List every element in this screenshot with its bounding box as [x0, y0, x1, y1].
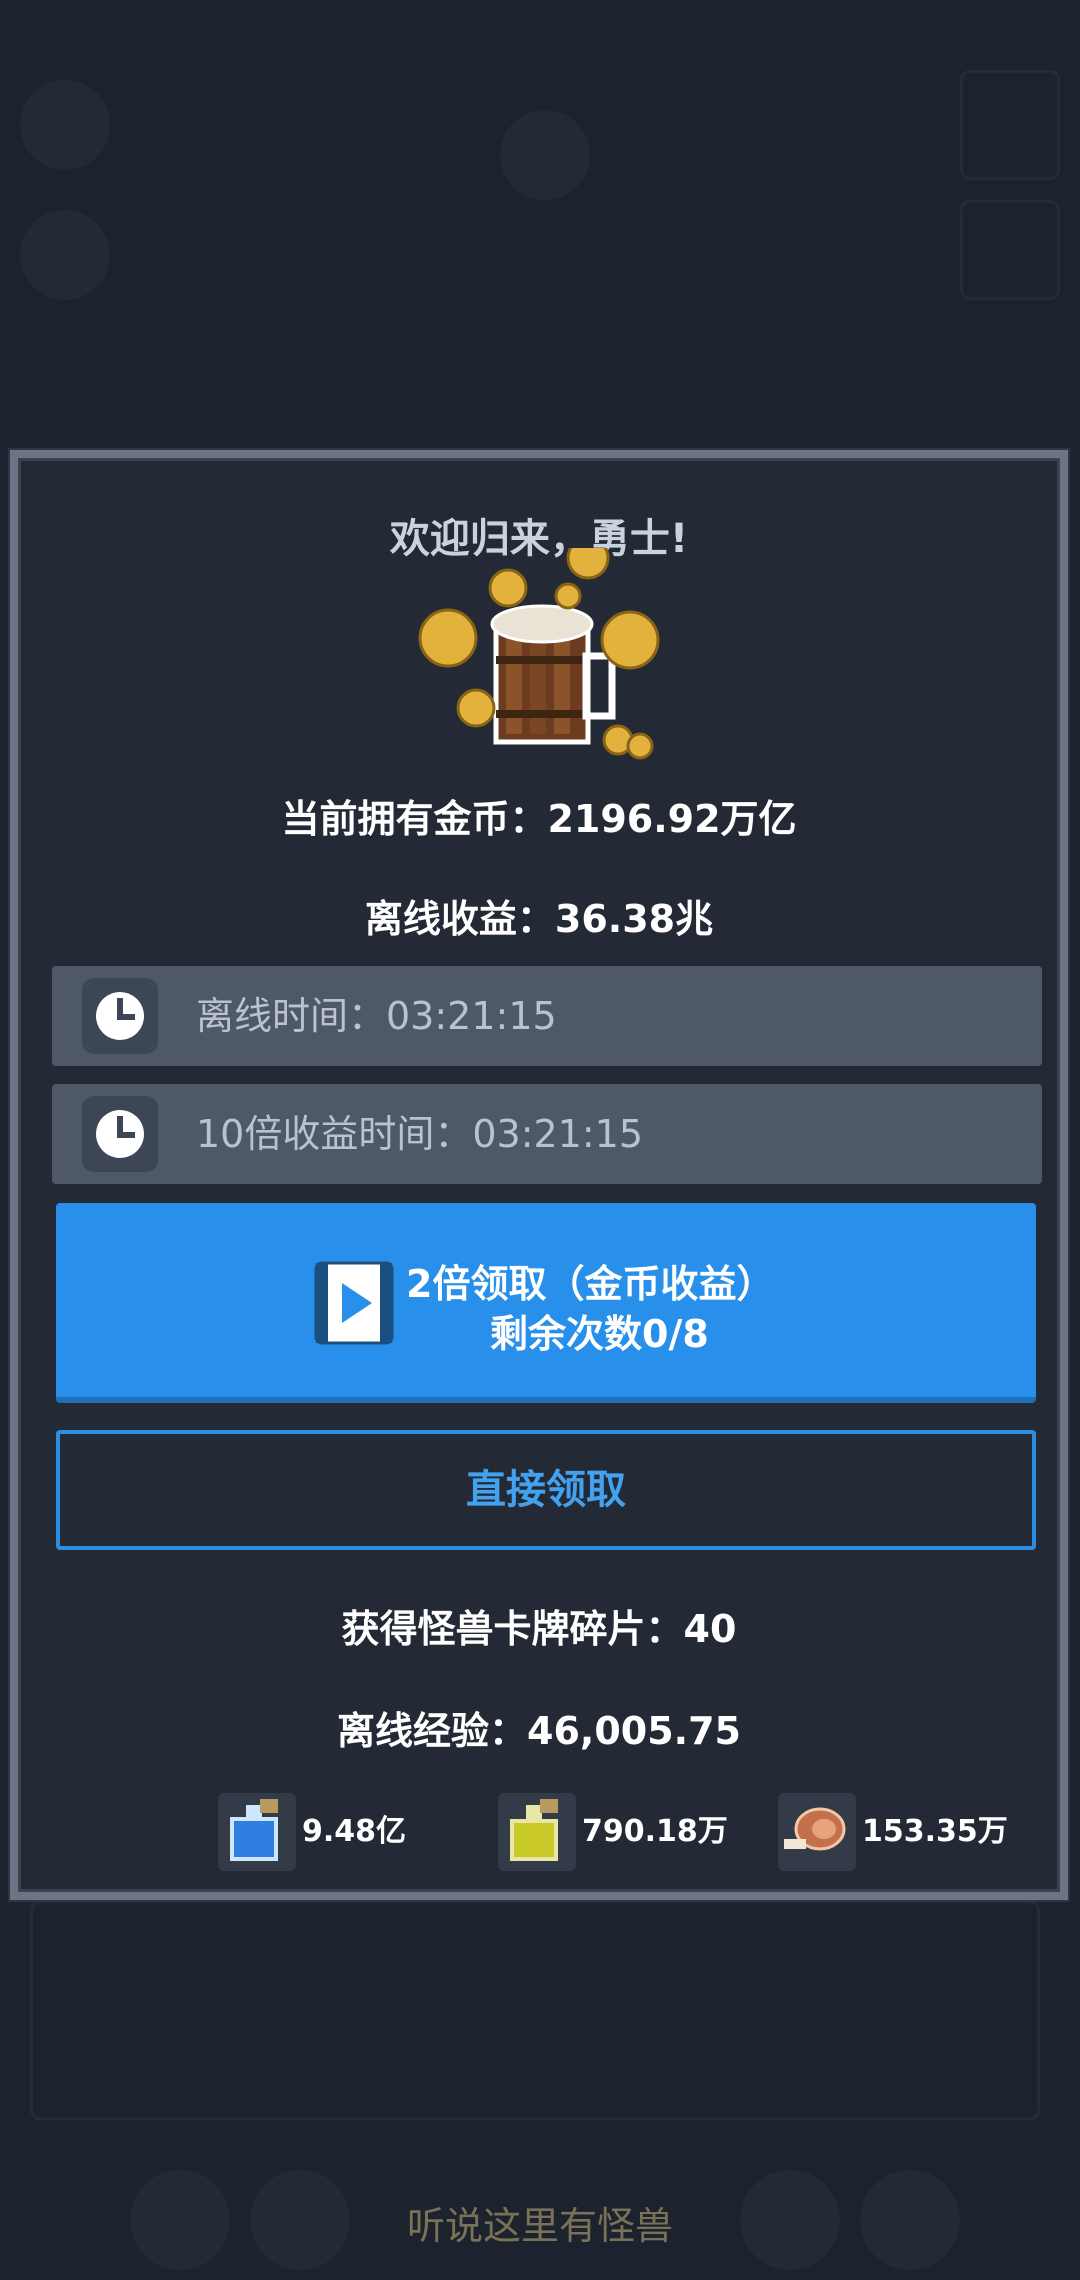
- double-claim-button[interactable]: 2倍领取（金币收益） 剩余次数0/8: [56, 1203, 1036, 1403]
- bg-decor: [960, 200, 1060, 300]
- offline-time-row: 离线时间：03:21:15: [52, 966, 1042, 1066]
- blue-potion-icon: [218, 1793, 296, 1871]
- monster-card-shards-text: 获得怪兽卡牌碎片：40: [341, 1607, 737, 1651]
- footer-tagline: 听说这里有怪兽: [406, 2204, 673, 2248]
- bg-decor: [20, 80, 110, 170]
- remaining-count-label: 剩余次数0/8: [490, 1312, 709, 1356]
- clock-icon: [82, 1096, 158, 1172]
- offline-income-text: 离线收益：36.38兆: [364, 897, 714, 941]
- resource-value: 153.35万: [862, 1814, 1008, 1849]
- direct-claim-button[interactable]: 直接领取: [56, 1430, 1036, 1550]
- double-claim-label: 2倍领取（金币收益）: [406, 1262, 775, 1306]
- resource-value: 9.48亿: [302, 1814, 407, 1849]
- bg-decor: [500, 110, 590, 200]
- clock-icon: [82, 978, 158, 1054]
- resource-value: 790.18万: [582, 1814, 728, 1849]
- bg-decor: [30, 1900, 1040, 2120]
- ten-x-time-row: 10倍收益时间：03:21:15: [52, 1084, 1042, 1184]
- meat-icon: [778, 1793, 856, 1871]
- offline-rewards-dialog: 欢迎归来，勇士! 当前拥有金币：2196.92万亿 离线收益：36.38兆 离线…: [10, 450, 1068, 1900]
- offline-time-label: 离线时间：03:21:15: [196, 994, 557, 1038]
- yellow-potion-icon: [498, 1793, 576, 1871]
- current-gold-text: 当前拥有金币：2196.92万亿: [281, 797, 797, 841]
- bg-decor: [20, 210, 110, 300]
- offline-exp-text: 离线经验：46,005.75: [337, 1709, 741, 1753]
- bg-decor: [960, 70, 1060, 180]
- ten-x-time-label: 10倍收益时间：03:21:15: [196, 1112, 644, 1156]
- gold-barrel-icon: [418, 548, 660, 760]
- video-play-icon: [314, 1261, 394, 1345]
